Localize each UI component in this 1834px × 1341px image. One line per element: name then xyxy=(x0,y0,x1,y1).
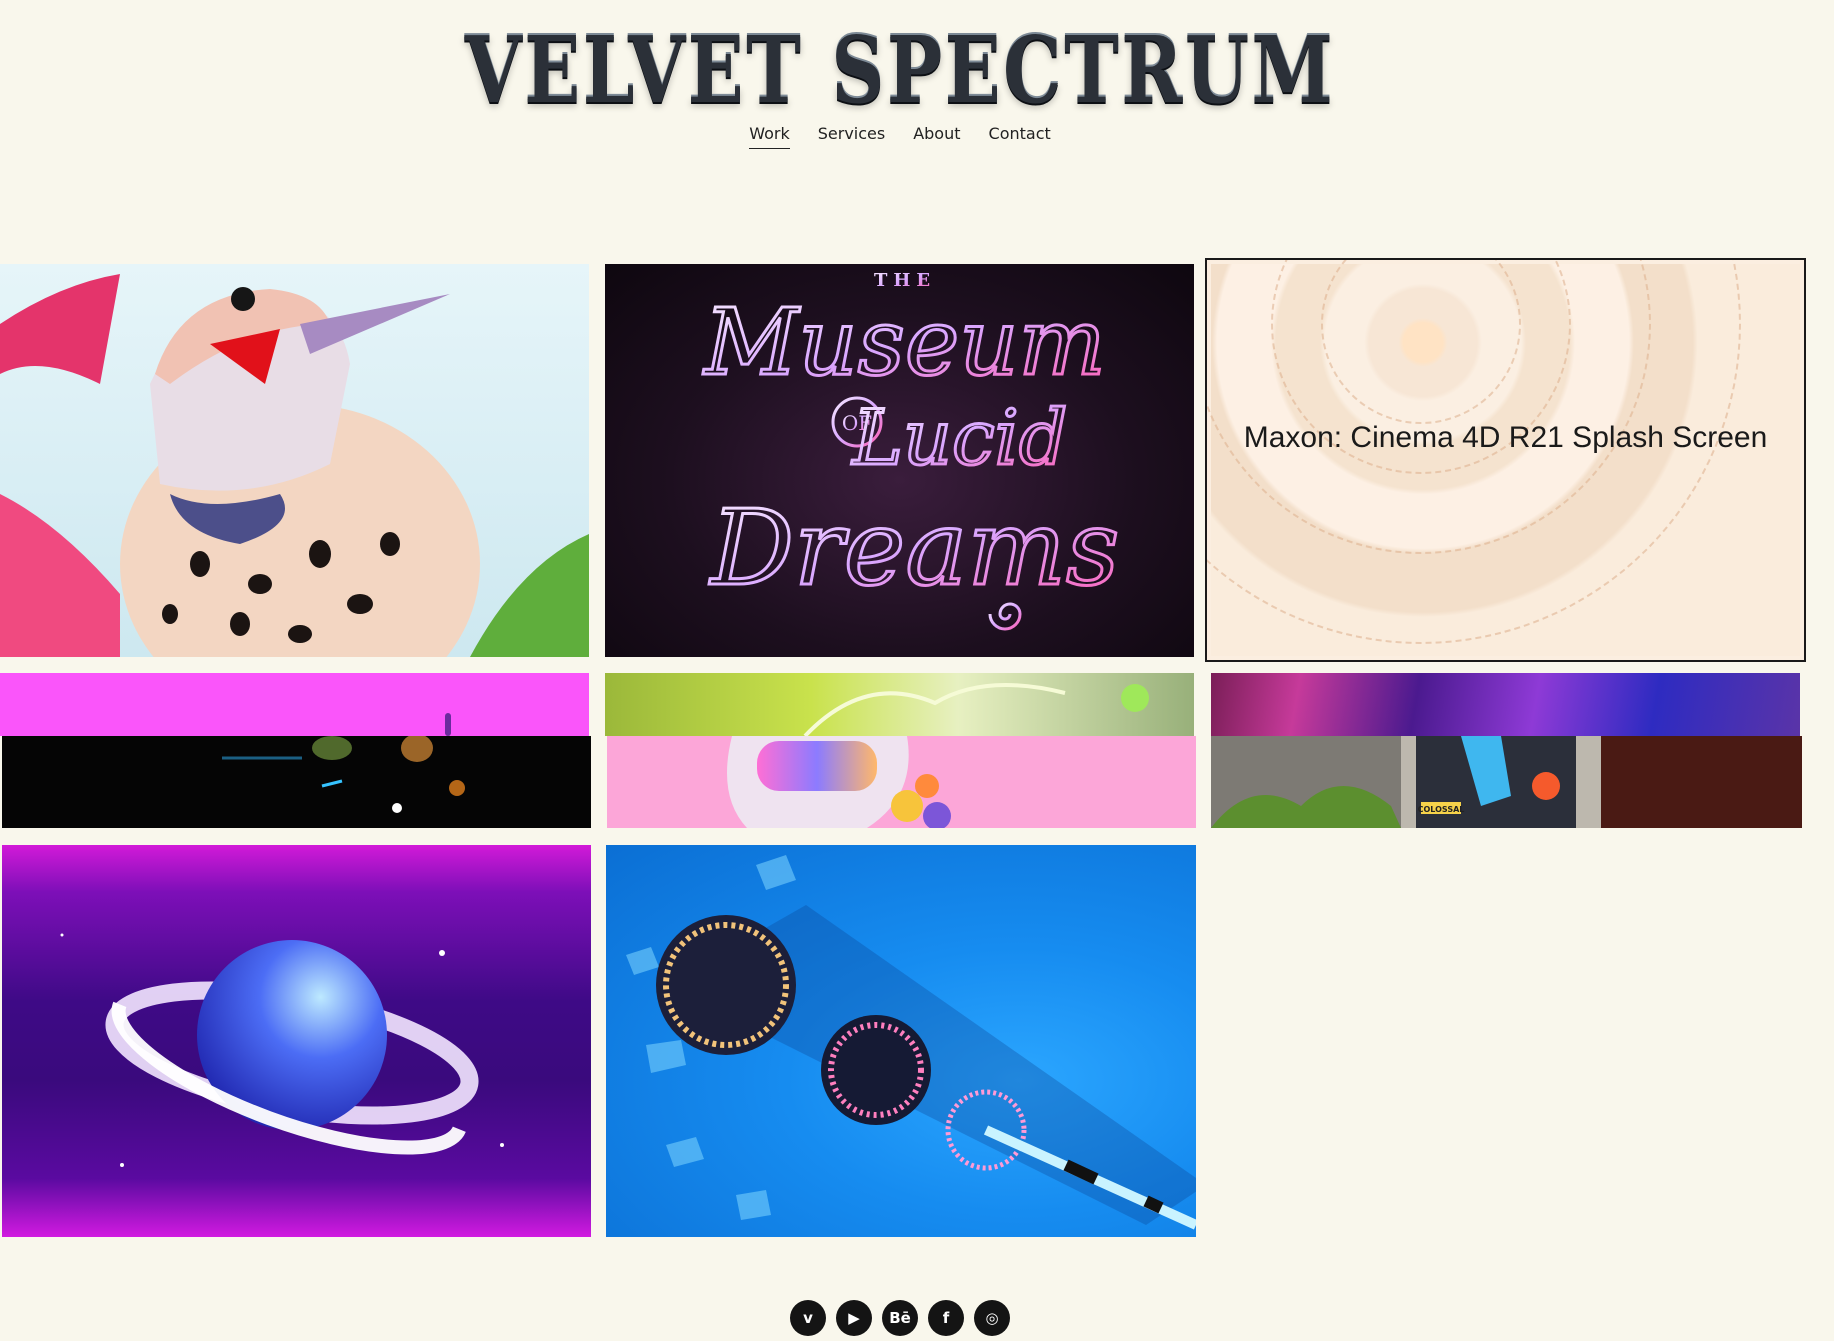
bird-artwork xyxy=(0,274,589,657)
youtube-icon[interactable]: ▶ xyxy=(836,1300,872,1336)
behance-icon[interactable]: Bē xyxy=(882,1300,918,1336)
project-tile-bird[interactable] xyxy=(0,264,589,657)
vimeo-icon[interactable]: v xyxy=(790,1300,826,1336)
saturn-artwork xyxy=(60,933,504,1167)
svg-text:COLOSSAL: COLOSSAL xyxy=(1418,805,1465,814)
social-links: v ▶ Bē f ◎ xyxy=(0,1300,1800,1336)
cable-artwork xyxy=(626,855,1196,1230)
strip-a-top-artwork xyxy=(445,713,451,736)
svg-text:Lucid: Lucid xyxy=(851,393,1068,482)
nav-work[interactable]: Work xyxy=(749,124,790,149)
project-tile-saturn[interactable] xyxy=(2,845,591,1237)
project-tile-museum-of-lucid-dreams[interactable]: THE Museum OF Lucid Dreams xyxy=(605,264,1194,657)
nav-about[interactable]: About xyxy=(913,124,960,149)
nav-services[interactable]: Services xyxy=(818,124,885,149)
project-tile-strip-b-bottom[interactable] xyxy=(607,736,1196,828)
project-tile-strip-a-top[interactable] xyxy=(0,673,589,736)
facebook-icon[interactable]: f xyxy=(928,1300,964,1336)
strip-a-bottom-artwork xyxy=(222,736,465,813)
project-tile-strip-a-bottom[interactable] xyxy=(2,736,591,828)
svg-text:Dreams: Dreams xyxy=(709,487,1120,609)
instagram-icon[interactable]: ◎ xyxy=(974,1300,1010,1336)
project-tile-strip-c-bottom[interactable]: COLOSSAL xyxy=(1211,736,1802,828)
strip-c-bottom-artwork: COLOSSAL xyxy=(1211,736,1802,828)
project-tile-cable[interactable] xyxy=(606,845,1196,1237)
project-hover-caption: Maxon: Cinema 4D R21 Splash Screen xyxy=(1243,421,1768,454)
nav-contact[interactable]: Contact xyxy=(989,124,1051,149)
maxon-artwork xyxy=(1207,260,1800,656)
strip-b-top-artwork xyxy=(803,683,1149,736)
project-tile-maxon-c4d[interactable]: Maxon: Cinema 4D R21 Splash Screen xyxy=(1205,258,1806,662)
strip-b-bottom-artwork xyxy=(727,736,951,828)
svg-text:Museum: Museum xyxy=(702,289,1106,396)
site-logo[interactable]: VELVET SPECTRUM xyxy=(180,19,1620,121)
main-nav: Work Services About Contact xyxy=(0,124,1800,149)
project-tile-strip-b-top[interactable] xyxy=(605,673,1194,736)
museum-artwork: THE Museum OF Lucid Dreams xyxy=(701,270,1121,631)
svg-text:THE: THE xyxy=(874,270,936,291)
project-tile-strip-c-top[interactable] xyxy=(1211,673,1800,736)
